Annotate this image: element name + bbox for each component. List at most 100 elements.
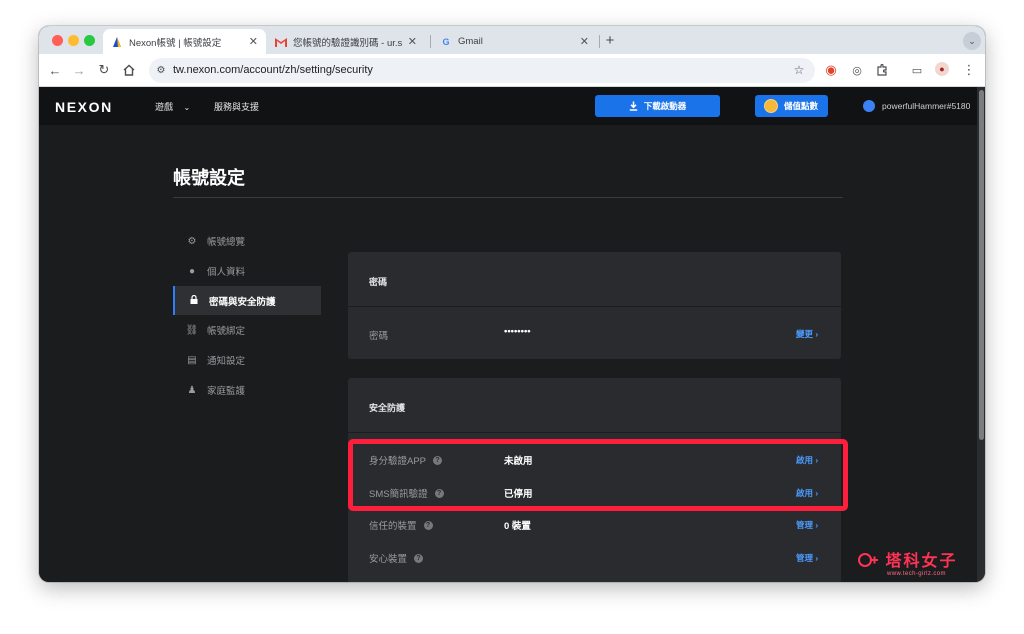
extensions-puzzle-icon[interactable]	[874, 62, 890, 78]
title-divider	[173, 197, 843, 198]
link-icon: ⛓	[185, 324, 199, 336]
chevron-right-icon: ›	[815, 553, 819, 563]
safe-devices-label: 安心裝置?	[369, 551, 424, 565]
tab-title: Nexon帳號 | 帳號設定	[129, 37, 222, 49]
close-icon[interactable]: ✕	[249, 35, 258, 48]
sidebar-item-label: 帳號總覽	[207, 237, 246, 248]
help-icon[interactable]: ?	[414, 553, 424, 563]
sidebar-item-label: 通知設定	[207, 356, 246, 367]
gear-icon: ⚙	[187, 235, 197, 247]
watermark-label: 塔科女子	[885, 553, 958, 570]
password-panel: 密碼 密碼 •••••••• 變更 ›	[348, 252, 841, 359]
password-value: ••••••••	[504, 326, 531, 337]
nav-support[interactable]: 服務與支援	[214, 100, 259, 113]
scrollbar-thumb[interactable]	[979, 90, 984, 440]
back-icon[interactable]: ←	[47, 62, 63, 78]
close-window-button[interactable]	[52, 35, 63, 46]
tab-title: 您帳號的驗證識別碼 - ur.stock	[293, 37, 402, 49]
top-up-points-button[interactable]: 儲值點數	[755, 95, 828, 117]
minimize-window-button[interactable]	[68, 35, 79, 46]
google-icon: G	[442, 36, 450, 47]
password-label: 密碼	[369, 331, 389, 342]
points-button-label: 儲值點數	[784, 101, 819, 111]
site-header: NEXON 遊戲 ⌄ 服務與支援 下載啟動器 儲值點數 powerfulHamm…	[39, 87, 977, 125]
maximize-window-button[interactable]	[84, 35, 95, 46]
browser-window: Nexon帳號 | 帳號設定 ✕ 您帳號的驗證識別碼 - ur.stock ✕ …	[39, 26, 985, 582]
action-label: 變更	[796, 329, 814, 339]
panel-divider	[348, 432, 841, 433]
bookmark-star-icon[interactable]: ☆	[791, 62, 807, 78]
page-title: 帳號設定	[173, 168, 245, 188]
download-launcher-button[interactable]: 下載啟動器	[595, 95, 720, 117]
panel-title: 安全防護	[369, 403, 406, 413]
reload-icon[interactable]: ↻	[96, 62, 112, 78]
address-bar[interactable]: ⚙ tw.nexon.com/account/zh/setting/securi…	[149, 58, 815, 83]
sidebar-item-label: 家庭監護	[207, 386, 246, 397]
sidebar-item-notifications[interactable]: ▤ 通知設定	[173, 346, 321, 374]
more-menu-icon[interactable]: ⋮	[961, 62, 977, 78]
tab-divider	[599, 35, 600, 48]
browser-tab-gmail-message[interactable]: 您帳號的驗證識別碼 - ur.stock ✕	[267, 29, 425, 54]
user-menu[interactable]: powerfulHammer#5180	[863, 100, 970, 112]
tab-strip: Nexon帳號 | 帳號設定 ✕ 您帳號的驗證識別碼 - ur.stock ✕ …	[39, 26, 985, 54]
user-avatar-icon	[863, 100, 875, 112]
tab-title: Gmail	[458, 36, 483, 47]
lock-icon	[187, 294, 201, 307]
sidebar-item-label: 個人資料	[207, 267, 246, 278]
chevron-right-icon: ›	[815, 520, 819, 530]
tab-divider	[430, 35, 431, 48]
extension-icon[interactable]: ◎	[849, 62, 865, 78]
close-icon[interactable]: ✕	[408, 35, 417, 48]
action-label: 管理	[796, 520, 814, 530]
manage-trusted-devices-link[interactable]: 管理 ›	[796, 519, 818, 531]
watermark-url: www.tech-girlz.com	[887, 571, 946, 577]
tab-search-icon[interactable]: ⌄	[963, 32, 981, 50]
cast-icon[interactable]: ▭	[909, 62, 925, 78]
username: powerfulHammer#5180	[882, 101, 971, 111]
row-label-text: 安心裝置	[369, 554, 408, 565]
extension-icon[interactable]: ◉	[823, 62, 839, 78]
family-icon: ♟	[187, 384, 197, 396]
site-info-icon[interactable]: ⚙	[153, 62, 169, 78]
panel-divider	[348, 306, 841, 307]
action-label: 管理	[796, 553, 814, 563]
watermark-text: 塔科女子	[857, 547, 957, 571]
nexon-logo[interactable]: NEXON	[55, 99, 113, 115]
profile-avatar-icon[interactable]: ●	[935, 62, 949, 76]
watermark-logo-icon	[857, 552, 879, 568]
trusted-devices-label: 信任的裝置?	[369, 518, 433, 532]
message-icon: ▤	[187, 354, 197, 366]
watermark: 塔科女子 www.tech-girlz.com	[857, 547, 957, 577]
sidebar-item-family-guardian[interactable]: ♟ 家庭監護	[173, 376, 321, 404]
chevron-down-icon: ⌄	[183, 103, 191, 112]
forward-icon[interactable]: →	[71, 62, 87, 78]
help-icon[interactable]: ?	[423, 520, 433, 530]
sidebar-item-profile[interactable]: ● 個人資料	[173, 257, 321, 285]
new-tab-icon[interactable]: +	[602, 32, 618, 49]
person-icon: ●	[188, 265, 196, 277]
download-button-label: 下載啟動器	[643, 101, 687, 111]
home-icon[interactable]	[121, 62, 137, 78]
sidebar-item-label: 密碼與安全防護	[209, 296, 276, 308]
change-password-link[interactable]: 變更 ›	[796, 328, 818, 340]
sidebar-item-label: 帳號綁定	[207, 326, 246, 337]
browser-tab-gmail[interactable]: G Gmail ✕	[432, 29, 597, 54]
panel-title: 密碼	[369, 277, 388, 287]
sidebar-item-account-linking[interactable]: ⛓ 帳號綁定	[173, 316, 321, 344]
gmail-icon	[275, 36, 287, 48]
browser-toolbar: ← → ↻ ⚙ tw.nexon.com/account/zh/setting/…	[39, 54, 985, 87]
sidebar-item-account-overview[interactable]: ⚙ 帳號總覽	[173, 227, 321, 255]
manage-safe-devices-link[interactable]: 管理 ›	[796, 552, 818, 564]
row-label-text: 信任的裝置	[369, 521, 417, 532]
trusted-devices-count: 0 裝置	[504, 521, 531, 532]
nav-games[interactable]: 遊戲 ⌄	[155, 100, 190, 113]
url-text: tw.nexon.com/account/zh/setting/security	[173, 64, 373, 76]
nexon-site: NEXON 遊戲 ⌄ 服務與支援 下載啟動器 儲值點數 powerfulHamm…	[39, 87, 977, 582]
nav-games-label: 遊戲	[155, 102, 174, 112]
sidebar-item-password-security[interactable]: 密碼與安全防護	[173, 286, 321, 315]
chevron-right-icon: ›	[815, 329, 819, 339]
highlight-annotation-box	[348, 439, 848, 511]
nexon-icon	[111, 36, 123, 48]
close-icon[interactable]: ✕	[580, 35, 589, 48]
browser-tab-nexon[interactable]: Nexon帳號 | 帳號設定 ✕	[103, 29, 266, 54]
